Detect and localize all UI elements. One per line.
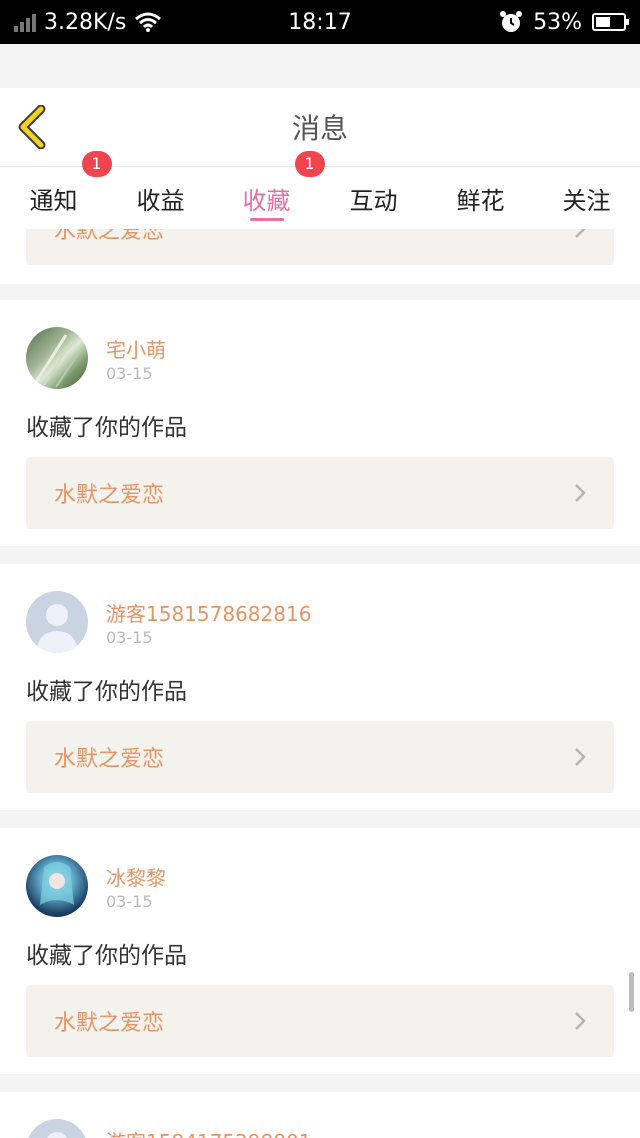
avatar[interactable]: [26, 855, 88, 917]
tab-favorites[interactable]: 收藏 1: [213, 150, 325, 229]
tab-label: 通知: [29, 186, 78, 215]
username[interactable]: 冰黎黎: [106, 862, 166, 891]
tab-label: 关注: [562, 186, 611, 215]
status-left: 3.28K/s: [14, 0, 162, 44]
default-avatar-icon: [47, 1132, 67, 1138]
network-speed: 3.28K/s: [44, 9, 127, 35]
username[interactable]: 宅小萌: [106, 334, 166, 363]
message-text: 收藏了你的作品: [26, 679, 187, 705]
wifi-icon: [135, 12, 162, 32]
tab-flowers[interactable]: 鲜花: [427, 167, 534, 229]
message-card: 宅小萌 03-15 收藏了你的作品 水默之爱恋: [0, 300, 640, 546]
status-bar: 3.28K/s 18:17 53%: [0, 0, 640, 44]
chevron-right-icon: [575, 229, 586, 238]
message-list[interactable]: 水默之爱恋 宅小萌 03-15 收藏了你的作品 水默之爱恋 游客15815786…: [0, 229, 640, 1138]
message-text: 收藏了你的作品: [26, 415, 187, 441]
tab-following[interactable]: 关注: [533, 167, 640, 229]
message-card: 冰黎黎 03-15 收藏了你的作品 水默之爱恋: [0, 828, 640, 1074]
tab-label-wrap: 收藏 1: [242, 150, 325, 216]
avatar[interactable]: [26, 1119, 88, 1138]
default-avatar-icon: [36, 604, 78, 653]
tab-label: 互动: [349, 186, 398, 215]
battery-percent: 53%: [533, 9, 582, 35]
tab-label: 鲜花: [456, 186, 505, 215]
tab-notifications[interactable]: 通知 1: [0, 150, 112, 229]
tab-bar: 通知 1 收益 收藏 1 互动 鲜花 关注: [0, 150, 640, 229]
work-link[interactable]: 水默之爱恋: [26, 457, 614, 529]
message-card: 游客1584175298801: [0, 1092, 640, 1138]
work-title: 水默之爱恋: [54, 747, 165, 772]
avatar[interactable]: [26, 327, 88, 389]
username[interactable]: 游客1584175298801: [106, 1126, 311, 1138]
chevron-right-icon: [575, 748, 586, 766]
chevron-right-icon: [575, 484, 586, 502]
tab-earnings[interactable]: 收益: [107, 167, 214, 229]
timestamp: 03-15: [106, 628, 153, 647]
alarm-icon: [500, 11, 523, 32]
work-link[interactable]: 水默之爱恋: [26, 721, 614, 793]
work-link[interactable]: 水默之爱恋: [26, 985, 614, 1057]
work-title: 水默之爱恋: [54, 229, 165, 244]
scrollbar[interactable]: [629, 972, 634, 1012]
message-card: 水默之爱恋: [0, 229, 640, 284]
message-text: 收藏了你的作品: [26, 943, 187, 969]
chevron-right-icon: [575, 1012, 586, 1030]
username[interactable]: 游客1581578682816: [106, 598, 311, 627]
tab-label: 收益: [136, 186, 185, 215]
status-right: 53%: [499, 0, 629, 44]
avatar-image: [40, 862, 74, 905]
message-card: 游客1581578682816 03-15 收藏了你的作品 水默之爱恋: [0, 564, 640, 810]
signal-icon: [14, 12, 36, 32]
avatar-image: [34, 334, 81, 388]
avatar[interactable]: [26, 591, 88, 653]
battery-icon: [592, 13, 629, 31]
tab-interactions[interactable]: 互动: [320, 167, 427, 229]
tab-active-indicator: [249, 218, 284, 221]
work-title: 水默之爱恋: [54, 1011, 165, 1036]
tab-label: 收藏: [242, 186, 291, 215]
tab-label-wrap: 通知 1: [29, 150, 112, 216]
work-title: 水默之爱恋: [54, 483, 165, 508]
clock: 18:17: [288, 9, 352, 35]
work-link[interactable]: 水默之爱恋: [26, 229, 614, 265]
timestamp: 03-15: [106, 892, 153, 911]
timestamp: 03-15: [106, 364, 153, 383]
